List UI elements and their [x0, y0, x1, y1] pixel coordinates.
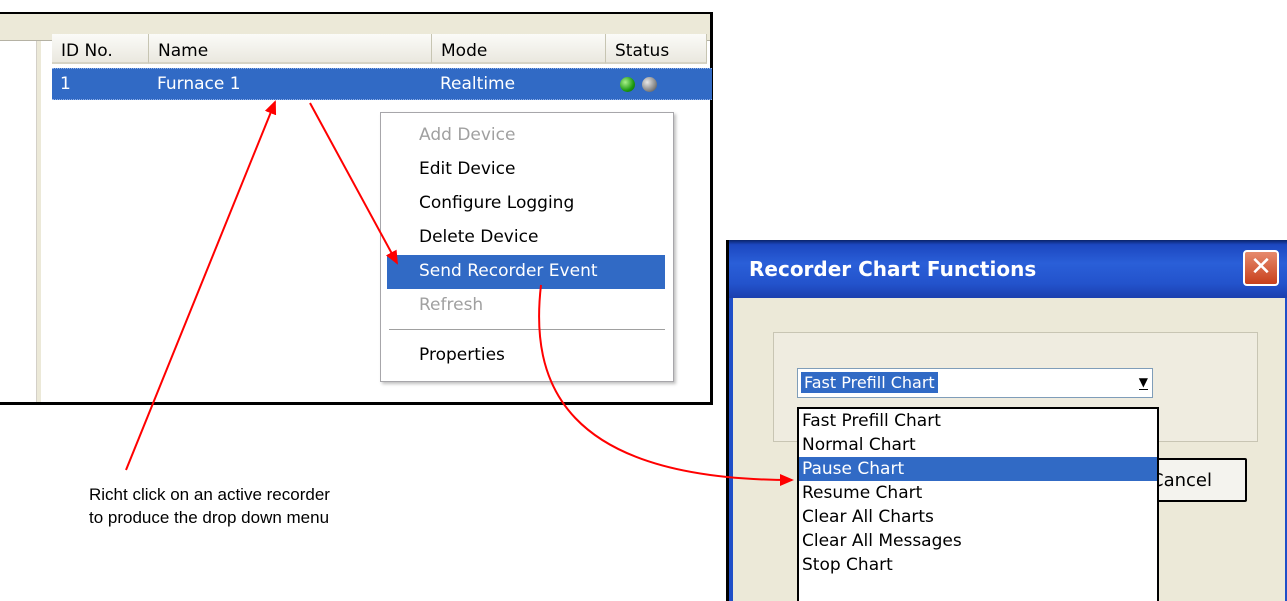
dropdown-list: Fast Prefill Chart Normal Chart Pause Ch… — [797, 407, 1159, 601]
dialog-title: Recorder Chart Functions — [749, 257, 1037, 281]
chevron-down-icon[interactable]: ▼ — [1138, 375, 1148, 390]
menu-item-refresh: Refresh — [419, 295, 484, 315]
status-gray-led-icon — [642, 77, 657, 92]
menu-item-properties[interactable]: Properties — [387, 339, 665, 373]
row-mode: Realtime — [440, 74, 516, 94]
table-header: ID No. Name Mode Status — [52, 34, 707, 64]
status-green-led-icon — [620, 77, 635, 92]
menu-item-add-device: Add Device — [419, 125, 516, 145]
row-name: Furnace 1 — [157, 74, 241, 94]
menu-item-delete-device[interactable]: Delete Device — [387, 221, 665, 255]
column-header-id[interactable]: ID No. — [52, 34, 149, 64]
column-header-mode[interactable]: Mode — [432, 34, 606, 64]
row-id: 1 — [60, 74, 71, 94]
dropdown-option-highlighted[interactable]: Pause Chart — [799, 457, 1157, 481]
menu-item-edit-device[interactable]: Edit Device — [387, 153, 665, 187]
dropdown-option[interactable]: Clear All Messages — [799, 529, 1157, 553]
dropdown-option[interactable]: Stop Chart — [799, 553, 1157, 577]
close-icon[interactable]: ✕ — [1243, 250, 1279, 286]
context-menu: Add Device Edit Device Configure Logging… — [380, 112, 674, 382]
chart-function-select[interactable]: Fast Prefill Chart ▼ — [797, 368, 1153, 398]
table-row[interactable]: 1 Furnace 1 Realtime — [52, 68, 712, 100]
menu-separator — [389, 329, 665, 330]
dropdown-option[interactable]: Clear All Charts — [799, 505, 1157, 529]
dropdown-option[interactable]: Normal Chart — [799, 433, 1157, 457]
dropdown-option[interactable]: Resume Chart — [799, 481, 1157, 505]
column-header-name[interactable]: Name — [149, 34, 432, 64]
caption-line-1: Richt click on an active recorder — [89, 485, 330, 504]
cancel-button[interactable]: Cancel — [1149, 458, 1247, 502]
select-current-value: Fast Prefill Chart — [801, 372, 938, 393]
left-pane — [0, 41, 41, 402]
dropdown-option[interactable]: Fast Prefill Chart — [799, 409, 1157, 433]
recorder-chart-functions-dialog: Recorder Chart Functions ✕ Fast Prefill … — [726, 240, 1287, 601]
column-header-status[interactable]: Status — [606, 34, 707, 64]
dialog-titlebar[interactable]: Recorder Chart Functions ✕ — [729, 240, 1287, 298]
caption-line-2: to produce the drop down menu — [89, 508, 330, 527]
annotation-caption: Richt click on an active recorder to pro… — [89, 483, 429, 529]
menu-item-configure-logging[interactable]: Configure Logging — [387, 187, 665, 221]
menu-item-send-recorder-event[interactable]: Send Recorder Event — [387, 255, 665, 289]
